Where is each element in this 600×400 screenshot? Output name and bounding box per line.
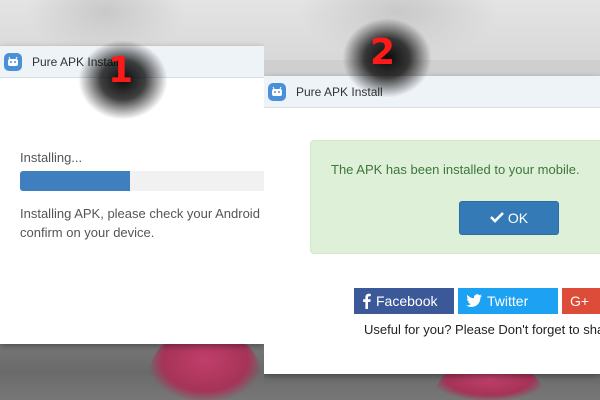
googleplus-share-button[interactable]: G+: [562, 288, 600, 314]
step2-panel: Pure APK Install The APK has been instal…: [264, 0, 600, 400]
check-icon: [489, 210, 504, 226]
success-alert: The APK has been installed to your mobil…: [310, 140, 600, 254]
step-number-2: 2: [370, 32, 396, 73]
ok-button-label: OK: [507, 210, 529, 226]
install-progress-bar: [20, 171, 264, 191]
facebook-icon: [362, 293, 371, 309]
android-app-icon: [4, 52, 22, 71]
googleplus-label: G+: [570, 293, 590, 309]
twitter-icon: [466, 294, 482, 308]
background-photo-top: [264, 0, 600, 60]
facebook-label: Facebook: [376, 293, 438, 309]
success-message: The APK has been installed to your mobil…: [331, 162, 580, 177]
install-progress-fill: [20, 171, 130, 191]
android-app-icon: [268, 82, 286, 101]
dialog-titlebar: Pure APK Install: [264, 76, 600, 108]
facebook-share-button[interactable]: Facebook: [354, 288, 454, 314]
install-dialog-success: Pure APK Install The APK has been instal…: [264, 76, 600, 374]
install-status: Installing...: [20, 150, 83, 165]
share-buttons: Facebook Twitter G+: [354, 288, 600, 314]
twitter-label: Twitter: [487, 293, 529, 309]
step-number-1: 1: [108, 50, 134, 91]
ok-button[interactable]: OK: [459, 201, 559, 235]
twitter-share-button[interactable]: Twitter: [458, 288, 558, 314]
install-message: Installing APK, please check your Androi…: [20, 206, 264, 240]
share-prompt: Useful for you? Please Don't forget to s…: [364, 322, 600, 337]
step1-panel: Pure APK Install Installing... Installin…: [0, 0, 264, 400]
